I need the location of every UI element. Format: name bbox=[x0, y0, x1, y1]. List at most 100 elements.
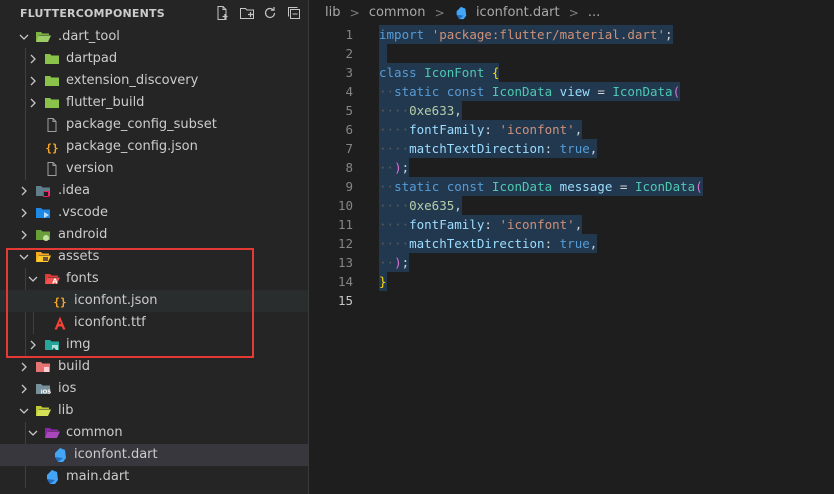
code-token: ···· bbox=[379, 236, 410, 251]
chevron-right-icon[interactable] bbox=[25, 337, 41, 353]
code-token: matchTextDirection bbox=[409, 236, 545, 251]
code-token: = bbox=[597, 84, 605, 99]
tree-item-iconfont-json[interactable]: {} iconfont.json bbox=[0, 290, 308, 312]
chevron-down-icon[interactable] bbox=[25, 271, 41, 287]
tree-item-iconfont-dart[interactable]: iconfont.dart bbox=[0, 444, 308, 466]
chevron-right-icon[interactable] bbox=[25, 51, 41, 67]
code-token: ( bbox=[672, 84, 681, 99]
svg-text:iOS: iOS bbox=[41, 390, 51, 396]
code-token: IconData bbox=[491, 84, 553, 99]
code-editor[interactable]: lib > common > iconfont.dart > ... 12345… bbox=[309, 0, 834, 494]
tree-item-dart-tool[interactable]: .dart_tool bbox=[0, 26, 308, 48]
breadcrumb-item-common[interactable]: common bbox=[369, 5, 426, 20]
tree-item-build[interactable]: build bbox=[0, 356, 308, 378]
tree-item-iconfont-ttf[interactable]: iconfont.ttf bbox=[0, 312, 308, 334]
code-line[interactable]: ····0xe635, bbox=[379, 196, 462, 215]
tree-item-package-config-json[interactable]: {} package_config.json bbox=[0, 136, 308, 158]
code-token: IconData bbox=[612, 84, 673, 99]
code-token: 'package:flutter/material.dart' bbox=[431, 27, 665, 42]
tree-item-extension-discovery[interactable]: extension_discovery bbox=[0, 70, 308, 92]
code-token: ···· bbox=[379, 122, 410, 137]
chevron-right-icon[interactable] bbox=[16, 227, 32, 243]
chevron-down-icon[interactable] bbox=[16, 29, 32, 45]
tree-item-version[interactable]: version bbox=[0, 158, 308, 180]
tree-item-label: .idea bbox=[58, 183, 90, 198]
collapse-all-icon[interactable] bbox=[286, 5, 302, 21]
line-number: 13 bbox=[337, 255, 353, 270]
chevron-right-icon[interactable] bbox=[16, 381, 32, 397]
breadcrumb-separator: > bbox=[434, 5, 445, 20]
line-number: 11 bbox=[337, 217, 353, 232]
fonts-folder-icon: A bbox=[44, 271, 60, 287]
chevron-right-icon[interactable] bbox=[16, 205, 32, 221]
dart-file-icon bbox=[44, 469, 60, 485]
chevron-down-icon[interactable] bbox=[25, 425, 41, 441]
code-line[interactable]: ····matchTextDirection: true, bbox=[379, 139, 597, 158]
vscode-folder-icon bbox=[35, 205, 51, 221]
chevron-right-icon[interactable] bbox=[16, 359, 32, 375]
code-token: : bbox=[544, 236, 553, 251]
code-token: , bbox=[574, 122, 583, 137]
tree-item-vscode[interactable]: .vscode bbox=[0, 202, 308, 224]
code-line[interactable]: ····fontFamily: 'iconfont', bbox=[379, 215, 582, 234]
refresh-icon[interactable] bbox=[262, 5, 278, 21]
tree-item-label: package_config_subset bbox=[66, 117, 217, 132]
tree-item-common[interactable]: common bbox=[0, 422, 308, 444]
explorer-sidebar: FLUTTERCOMPONENTS .dart_tooldartpad exten… bbox=[0, 0, 308, 494]
chevron-right-icon[interactable] bbox=[25, 73, 41, 89]
tree-item-fonts[interactable]: Afonts bbox=[0, 268, 308, 290]
tree-item-android[interactable]: android bbox=[0, 224, 308, 246]
tree-item-label: fonts bbox=[66, 271, 99, 286]
tree-item-img[interactable]: img bbox=[0, 334, 308, 356]
tree-item-main-dart[interactable]: main.dart bbox=[0, 466, 308, 488]
explorer-title: FLUTTERCOMPONENTS bbox=[20, 7, 165, 20]
code-token: matchTextDirection bbox=[409, 141, 545, 156]
code-token: ···· bbox=[379, 103, 410, 118]
code-line[interactable]: class IconFont { bbox=[379, 63, 499, 82]
tree-item-flutter-build[interactable]: flutter_build bbox=[0, 92, 308, 114]
tree-item-dartpad[interactable]: dartpad bbox=[0, 48, 308, 70]
code-line[interactable]: ··static const IconData message = IconDa… bbox=[379, 177, 703, 196]
tree-item-package-config-subset[interactable]: package_config_subset bbox=[0, 114, 308, 136]
code-line[interactable]: } bbox=[379, 272, 387, 291]
code-token: ·· bbox=[379, 84, 395, 99]
tree-item-label: build bbox=[58, 359, 90, 374]
chevron-right-icon[interactable] bbox=[16, 183, 32, 199]
dart-file-icon bbox=[52, 447, 68, 463]
tree-item-ios[interactable]: iOS ios bbox=[0, 378, 308, 400]
code-line[interactable]: ····fontFamily: 'iconfont', bbox=[379, 120, 582, 139]
new-file-icon[interactable] bbox=[214, 5, 230, 21]
chevron-down-icon[interactable] bbox=[16, 249, 32, 265]
chevron-right-icon[interactable] bbox=[25, 95, 41, 111]
code-line[interactable]: import 'package:flutter/material.dart'; bbox=[379, 25, 673, 44]
tree-item-label: iconfont.dart bbox=[74, 447, 158, 462]
code-line[interactable]: ··); bbox=[379, 253, 409, 272]
code-token: ; bbox=[401, 160, 410, 175]
tree-item-idea[interactable]: .idea bbox=[0, 180, 308, 202]
json-icon: {} bbox=[52, 293, 68, 309]
line-number: 5 bbox=[345, 103, 353, 118]
tree-item-label: dartpad bbox=[66, 51, 118, 66]
tree-item-label: lib bbox=[58, 403, 74, 418]
code-line[interactable]: ··static const IconData view = IconData( bbox=[379, 82, 680, 101]
tree-item-lib[interactable]: lib bbox=[0, 400, 308, 422]
code-token: , bbox=[574, 217, 583, 232]
code-token: ···· bbox=[379, 141, 410, 156]
code-line[interactable]: ····0xe633, bbox=[379, 101, 462, 120]
breadcrumb-item-file[interactable]: iconfont.dart bbox=[476, 5, 560, 20]
svg-text:{}: {} bbox=[45, 142, 58, 155]
explorer-header: FLUTTERCOMPONENTS bbox=[0, 0, 308, 26]
code-line[interactable]: ····matchTextDirection: true, bbox=[379, 234, 597, 253]
breadcrumb-item-lib[interactable]: lib bbox=[325, 5, 340, 20]
new-folder-icon[interactable] bbox=[239, 5, 255, 21]
code-line[interactable]: ··); bbox=[379, 158, 409, 177]
tree-item-assets[interactable]: assets bbox=[0, 246, 308, 268]
chevron-down-icon[interactable] bbox=[16, 403, 32, 419]
breadcrumb-item-symbols[interactable]: ... bbox=[588, 5, 600, 20]
code-token: static bbox=[394, 179, 440, 194]
tree-item-label: .dart_tool bbox=[58, 29, 120, 44]
